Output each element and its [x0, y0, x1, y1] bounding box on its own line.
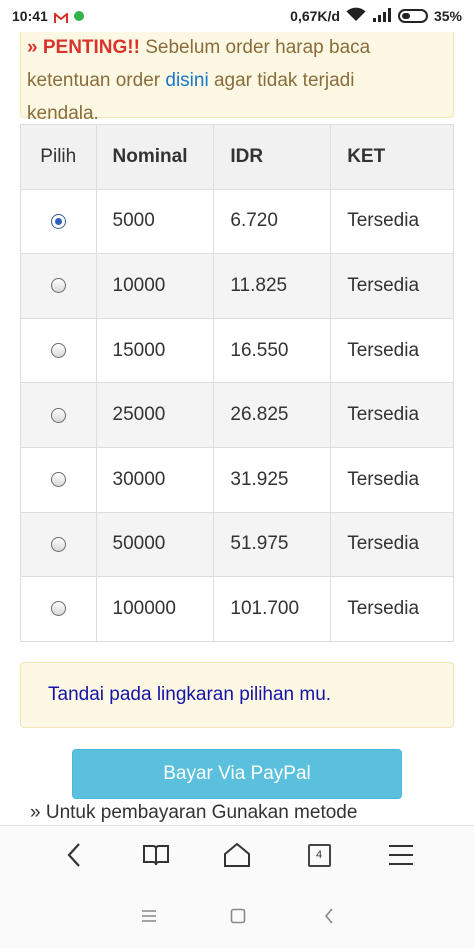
ket-cell: Tersedia [330, 317, 454, 384]
price-table: Pilih Nominal IDR KET 5000 6.720 Tersedia 1… [20, 124, 454, 642]
idr-cell: 11.825 [213, 253, 332, 319]
whatsapp-icon [73, 11, 84, 21]
important-notice: » PENTING!! Sebelum order harap baca ket… [20, 22, 454, 124]
network-speed: 0,67K/d [290, 8, 340, 24]
payment-method-note: » Untuk pembayaran Gunakan metode [30, 802, 358, 823]
idr-cell: 31.925 [213, 446, 332, 513]
menu-icon[interactable] [386, 840, 416, 870]
ket-cell: Tersedia [330, 253, 454, 319]
table-row: 10000 11.825 Tersedia [20, 253, 454, 319]
table-row: 30000 31.925 Tersedia [20, 446, 454, 513]
header-ket: KET [330, 124, 454, 190]
radio-cell [20, 446, 97, 513]
price-table-body: 5000 6.720 Tersedia 10000 11.825 Tersedia 1500… [20, 188, 454, 642]
terms-link[interactable]: disini [165, 70, 208, 91]
nominal-cell: 50000 [95, 511, 215, 578]
system-nav-bar [0, 885, 474, 948]
radio-cell [20, 317, 97, 384]
radio-cell [20, 576, 97, 642]
header-idr: IDR [213, 124, 332, 190]
header-nominal: Nominal [95, 124, 215, 190]
ket-cell: Tersedia [330, 188, 454, 255]
idr-cell: 16.550 [213, 317, 332, 384]
table-row: 100000 101.700 Tersedia [20, 576, 454, 642]
header-pilih: Pilih [20, 124, 97, 190]
browser-toolbar: 4 [0, 825, 474, 885]
battery-icon [397, 9, 428, 23]
back-nav-icon[interactable] [320, 905, 338, 927]
ket-cell: Tersedia [330, 382, 454, 448]
back-icon[interactable] [60, 840, 88, 870]
battery-percent: 35% [433, 8, 462, 24]
ket-cell: Tersedia [330, 576, 454, 642]
gmail-icon [53, 11, 68, 23]
selection-hint: Tandai pada lingkaran pilihan mu. [20, 662, 454, 728]
table-row: 5000 6.720 Tersedia [20, 188, 454, 255]
recents-icon[interactable] [138, 905, 160, 927]
nominal-radio[interactable] [50, 278, 66, 294]
nominal-radio[interactable] [50, 407, 66, 423]
pay-via-paypal-button[interactable]: Bayar Via PayPal [72, 749, 402, 799]
idr-cell: 51.975 [213, 511, 332, 578]
bookmarks-icon[interactable] [140, 840, 172, 870]
notice-line-2: ketentuan order disini agar tidak terjad… [27, 64, 444, 97]
notice-text-top: Sebelum order harap baca [139, 37, 371, 58]
clock: 10:41 [12, 8, 48, 24]
paypal-button-label: Bayar Via PayPal [163, 763, 311, 784]
wifi-icon [346, 7, 366, 25]
tabs-icon[interactable]: 4 [305, 840, 333, 870]
notice-line-1: » PENTING!! Sebelum order harap baca [27, 31, 444, 64]
radio-cell [20, 253, 97, 319]
nominal-cell: 5000 [95, 188, 215, 255]
ket-cell: Tersedia [330, 511, 454, 578]
table-row: 50000 51.975 Tersedia [20, 511, 454, 578]
table-row: 25000 26.825 Tersedia [20, 382, 454, 448]
nominal-cell: 25000 [95, 382, 215, 448]
notice-text-before-link: ketentuan order [27, 70, 166, 91]
idr-cell: 26.825 [213, 382, 332, 448]
radio-cell [20, 511, 97, 578]
important-label: » PENTING!! [27, 37, 140, 58]
nominal-radio[interactable] [50, 601, 66, 617]
home-nav-icon[interactable] [228, 905, 248, 927]
tab-count: 4 [307, 843, 331, 867]
idr-cell: 6.720 [213, 188, 332, 255]
home-icon[interactable] [220, 840, 254, 870]
nominal-radio[interactable] [50, 536, 66, 552]
nominal-cell: 30000 [95, 446, 215, 513]
nominal-radio[interactable] [50, 213, 66, 229]
nominal-cell: 10000 [95, 253, 215, 319]
nominal-radio[interactable] [50, 472, 66, 488]
nominal-cell: 100000 [95, 576, 215, 642]
nominal-cell: 15000 [95, 317, 215, 384]
radio-cell [20, 382, 97, 448]
nominal-radio[interactable] [50, 343, 66, 359]
notice-text-after-link: agar tidak terjadi [208, 70, 355, 91]
idr-cell: 101.700 [213, 576, 332, 642]
table-row: 15000 16.550 Tersedia [20, 317, 454, 384]
ket-cell: Tersedia [330, 446, 454, 513]
signal-icon [372, 7, 392, 25]
status-bar: 10:41 0,67K/d 35% [0, 0, 474, 32]
hint-text: Tandai pada lingkaran pilihan mu. [48, 684, 332, 705]
table-header-row: Pilih Nominal IDR KET [20, 124, 454, 190]
web-content: » PENTING!! Sebelum order harap baca ket… [0, 0, 474, 825]
radio-cell [20, 188, 97, 255]
